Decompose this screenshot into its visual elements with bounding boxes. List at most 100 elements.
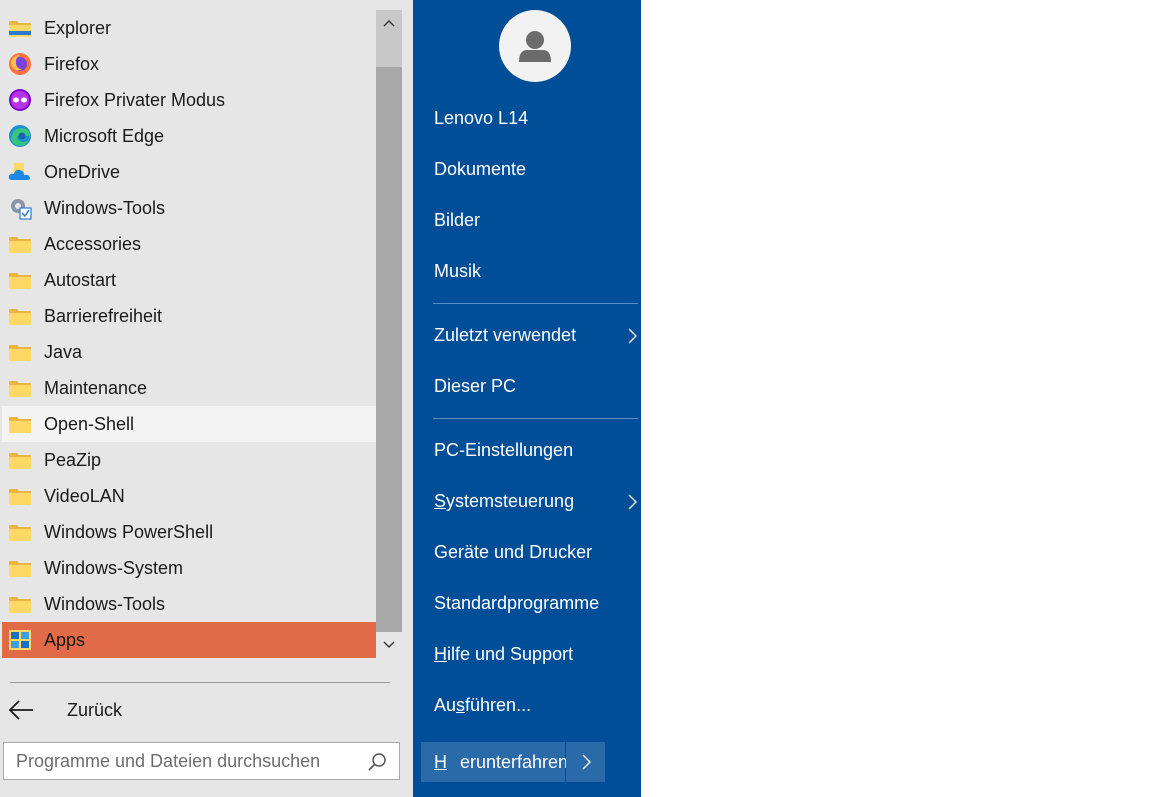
menu-item-label: Dokumente: [434, 158, 527, 179]
scroll-down-button[interactable]: [376, 632, 402, 658]
menu-item-label: Lenovo L14: [434, 107, 529, 128]
menu-item-this-pc[interactable]: Dieser PC: [434, 366, 638, 406]
firefox-icon: [8, 52, 32, 76]
menu-item-help[interactable]: Hilfe und Support: [434, 634, 638, 674]
menu-item-music[interactable]: Musik: [434, 251, 638, 291]
access-key: H: [434, 643, 447, 664]
program-list-item[interactable]: Microsoft Edge: [2, 118, 376, 154]
file-explorer-icon: [8, 16, 32, 40]
chevron-down-icon: [383, 641, 395, 648]
shutdown-label: Herunterfahren: [434, 752, 568, 773]
separator: [433, 418, 638, 419]
windows-tools-icon: [8, 196, 32, 220]
folder-icon: [8, 412, 32, 436]
places-panel: Lenovo L14 Dokumente Bilder Musik Zuletz…: [413, 0, 641, 797]
access-key: H: [434, 751, 447, 772]
search-icon[interactable]: [367, 752, 387, 772]
menu-item-label: Musik: [434, 260, 482, 281]
separator: [10, 682, 390, 683]
menu-item-documents[interactable]: Dokumente: [434, 149, 638, 189]
menu-item-recent[interactable]: Zuletzt verwendet: [434, 315, 638, 355]
menu-item-control-panel[interactable]: Systemsteuerung: [434, 481, 638, 521]
program-list-item[interactable]: Accessories: [2, 226, 376, 262]
menu-item-label: Zuletzt verwendet: [434, 324, 577, 345]
program-list-item-label: Java: [44, 341, 83, 362]
scroll-track[interactable]: [376, 36, 402, 67]
program-list-item-label: Windows-Tools: [44, 593, 166, 614]
menu-item-label: Ausführen...: [434, 695, 531, 716]
program-list-item-label: Accessories: [44, 233, 142, 254]
program-list-item[interactable]: Windows-Tools: [2, 586, 376, 622]
programs-panel: Explorer Firefox Firefox Privater Modus Mic…: [0, 0, 413, 797]
folder-icon: [8, 232, 32, 256]
chevron-right-icon: [628, 328, 637, 344]
shutdown-label-rest: erunterfahren: [460, 751, 569, 772]
menu-item-label: PC-Einstellungen: [434, 439, 574, 460]
folder-icon: [8, 448, 32, 472]
chevron-right-icon: [582, 754, 591, 770]
program-list-item[interactable]: Apps: [2, 622, 376, 658]
user-avatar[interactable]: [499, 10, 571, 82]
program-list: Explorer Firefox Firefox Privater Modus Mic…: [2, 10, 376, 658]
scrollbar[interactable]: [376, 10, 402, 658]
program-list-item[interactable]: Firefox Privater Modus: [2, 82, 376, 118]
folder-icon: [8, 268, 32, 292]
access-key: S: [434, 490, 447, 511]
program-list-item[interactable]: PeaZip: [2, 442, 376, 478]
firefox-private-icon: [8, 88, 32, 112]
program-list-item[interactable]: Explorer: [2, 10, 376, 46]
program-list-item[interactable]: Barrierefreiheit: [2, 298, 376, 334]
search-input[interactable]: [16, 750, 356, 772]
arrow-left-icon: [8, 700, 33, 720]
program-list-item-label: Windows-Tools: [44, 197, 166, 218]
program-list-item[interactable]: Maintenance: [2, 370, 376, 406]
program-list-item[interactable]: Windows-Tools: [2, 190, 376, 226]
program-list-item-label: Windows PowerShell: [44, 521, 214, 542]
menu-item-default-programs[interactable]: Standardprogramme: [434, 583, 638, 623]
program-list-item-label: OneDrive: [44, 161, 121, 182]
scroll-up-button[interactable]: [376, 10, 402, 36]
program-list-item[interactable]: OneDrive: [2, 154, 376, 190]
menu-item-pictures[interactable]: Bilder: [434, 200, 638, 240]
program-list-item[interactable]: Autostart: [2, 262, 376, 298]
program-list-item[interactable]: Open-Shell: [2, 406, 376, 442]
folder-icon: [8, 340, 32, 364]
program-list-item-label: Maintenance: [44, 377, 148, 398]
scroll-thumb[interactable]: [376, 67, 402, 632]
back-button[interactable]: Zurück: [0, 692, 400, 728]
menu-item-label: Bilder: [434, 209, 481, 230]
back-label: Zurück: [67, 699, 123, 720]
menu-item-label: Standardprogramme: [434, 592, 600, 613]
program-list-item[interactable]: VideoLAN: [2, 478, 376, 514]
search-box[interactable]: [3, 742, 400, 780]
menu-item-user[interactable]: Lenovo L14: [434, 98, 638, 138]
menu-item-pc-settings[interactable]: PC-Einstellungen: [434, 430, 638, 470]
program-list-item-label: Barrierefreiheit: [44, 305, 163, 326]
menu-item-label-rest: ystemsteuerung: [446, 490, 575, 511]
program-list-item[interactable]: Windows PowerShell: [2, 514, 376, 550]
menu-item-devices[interactable]: Geräte und Drucker: [434, 532, 638, 572]
menu-item-run[interactable]: Ausführen...: [434, 685, 638, 725]
program-list-item-label: Explorer: [44, 17, 112, 38]
program-list-item-label: Windows-System: [44, 557, 184, 578]
menu-item-label-rest: ilfe und Support: [447, 643, 574, 664]
program-list-item[interactable]: Windows-System: [2, 550, 376, 586]
folder-icon: [8, 484, 32, 508]
program-list-item-label: VideoLAN: [44, 485, 125, 506]
separator: [433, 303, 638, 304]
shutdown-options-button[interactable]: [566, 742, 605, 782]
user-icon: [519, 31, 551, 62]
chevron-up-icon: [383, 20, 395, 27]
access-key: s: [456, 694, 466, 715]
folder-icon: [8, 592, 32, 616]
chevron-right-icon: [628, 494, 637, 510]
menu-item-label: Hilfe und Support: [434, 644, 573, 665]
edge-icon: [8, 124, 32, 148]
program-list-item[interactable]: Firefox: [2, 46, 376, 82]
menu-item-label: Systemsteuerung: [434, 491, 574, 512]
program-list-item[interactable]: Java: [2, 334, 376, 370]
shutdown-button[interactable]: Herunterfahren: [421, 742, 568, 782]
program-list-item-label: PeaZip: [44, 449, 102, 470]
folder-icon: [8, 556, 32, 580]
folder-icon: [8, 304, 32, 328]
